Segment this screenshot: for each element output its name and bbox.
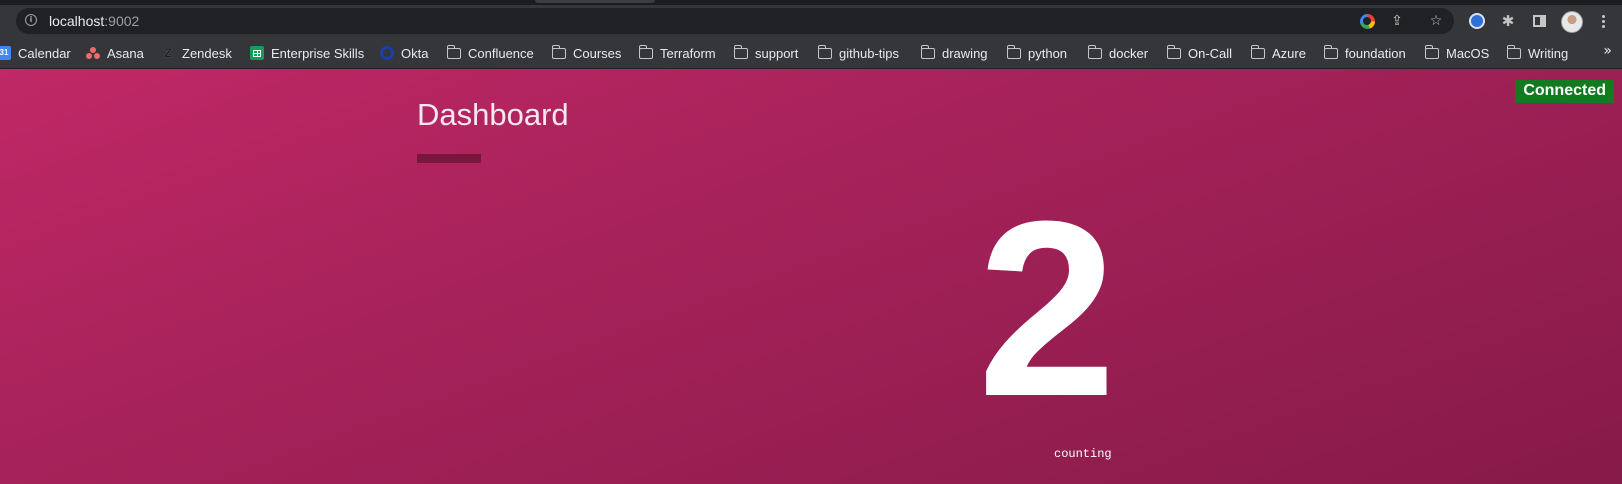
bookmark-label: Calendar: [18, 45, 71, 61]
folder-icon: [1006, 45, 1021, 59]
bookmarks-overflow-icon[interactable]: »: [1603, 43, 1612, 59]
bookmark-support[interactable]: support: [733, 44, 799, 62]
bookmark-label: support: [755, 45, 799, 61]
bookmark-asana[interactable]: Asana: [86, 44, 144, 62]
bookmark-enterprise-skills[interactable]: Enterprise Skills: [250, 44, 364, 62]
bookmarks-bar: 31 Calendar Asana Zendesk Enterprise Ski…: [0, 37, 1622, 69]
bookmark-courses[interactable]: Courses: [551, 44, 622, 62]
folder-icon: [551, 45, 566, 59]
counter-value: 2: [977, 169, 1116, 448]
folder-icon: [638, 45, 653, 59]
puzzle-icon[interactable]: ✱: [1498, 11, 1518, 31]
bookmark-azure[interactable]: Azure: [1250, 44, 1306, 62]
folder-icon: [920, 45, 935, 59]
asana-icon: [86, 46, 100, 60]
bookmark-python[interactable]: python: [1006, 44, 1068, 62]
bookmark-label: Confluence: [468, 45, 534, 61]
page-title: Dashboard: [417, 97, 569, 132]
star-icon[interactable]: ☆: [1427, 12, 1445, 30]
bookmark-drawing[interactable]: drawing: [920, 44, 988, 62]
dashboard-page: Dashboard 2 counting Connected: [0, 69, 1622, 484]
avatar[interactable]: [1560, 10, 1584, 34]
bookmark-label: MacOS: [1446, 45, 1490, 61]
url-text[interactable]: localhost:9002: [49, 13, 139, 29]
folder-icon: [1250, 45, 1265, 59]
bookmark-okta[interactable]: Okta: [380, 44, 428, 62]
bookmark-on-call[interactable]: On-Call: [1166, 44, 1233, 62]
bookmark-label: Enterprise Skills: [271, 45, 365, 61]
bookmark-label: On-Call: [1188, 45, 1233, 61]
menu-icon[interactable]: [1593, 11, 1613, 31]
zendesk-icon: [161, 46, 175, 60]
folder-icon: [1424, 45, 1439, 59]
bookmark-label: Terraform: [660, 45, 716, 61]
bookmark-calendar[interactable]: 31 Calendar: [0, 44, 71, 62]
bookmark-label: python: [1028, 45, 1068, 61]
bookmark-label: Okta: [401, 45, 429, 61]
sheets-icon: [250, 46, 264, 60]
bookmark-label: foundation: [1345, 45, 1406, 61]
bookmark-label: drawing: [942, 45, 988, 61]
url-host: localhost: [49, 13, 105, 29]
bookmark-label: Zendesk: [182, 45, 232, 61]
folder-icon: [733, 45, 748, 59]
url-port: :9002: [104, 13, 140, 29]
folder-icon: [1166, 45, 1181, 59]
folder-icon: [1323, 45, 1338, 59]
bookmark-label: Asana: [107, 45, 144, 61]
extension-icon[interactable]: [1467, 11, 1487, 31]
okta-icon: [380, 46, 394, 60]
folder-icon: [1506, 45, 1521, 59]
bookmark-label: github-tips: [839, 45, 899, 61]
bookmark-terraform[interactable]: Terraform: [638, 44, 716, 62]
bookmark-confluence[interactable]: Confluence: [446, 44, 534, 62]
google-icon[interactable]: [1358, 12, 1376, 30]
share-icon[interactable]: ⇪: [1388, 12, 1406, 30]
folder-icon: [1087, 45, 1102, 59]
bookmark-label: Writing: [1528, 45, 1569, 61]
folder-icon: [817, 45, 832, 59]
bookmark-macos[interactable]: MacOS: [1424, 44, 1490, 62]
title-underline: [417, 154, 481, 163]
status-badge: Connected: [1515, 80, 1614, 103]
tab-indicator: [535, 0, 655, 3]
bookmark-writing[interactable]: Writing: [1506, 44, 1569, 62]
counter-label: counting: [1054, 447, 1112, 461]
bookmark-label: Courses: [573, 45, 622, 61]
bookmark-foundation[interactable]: foundation: [1323, 44, 1406, 62]
bookmark-github-tips[interactable]: github-tips: [817, 44, 899, 62]
side-panel-icon[interactable]: [1529, 11, 1549, 31]
bookmark-label: Azure: [1272, 45, 1306, 61]
bookmark-zendesk[interactable]: Zendesk: [161, 44, 232, 62]
calendar-icon: 31: [0, 46, 11, 60]
address-bar[interactable]: i localhost:9002 ⇪ ☆: [16, 8, 1454, 34]
browser-toolbar: i localhost:9002 ⇪ ☆ ✱: [0, 5, 1622, 37]
info-icon[interactable]: i: [25, 14, 37, 26]
folder-icon: [446, 45, 461, 59]
bookmark-docker[interactable]: docker: [1087, 44, 1149, 62]
bookmark-label: docker: [1109, 45, 1149, 61]
